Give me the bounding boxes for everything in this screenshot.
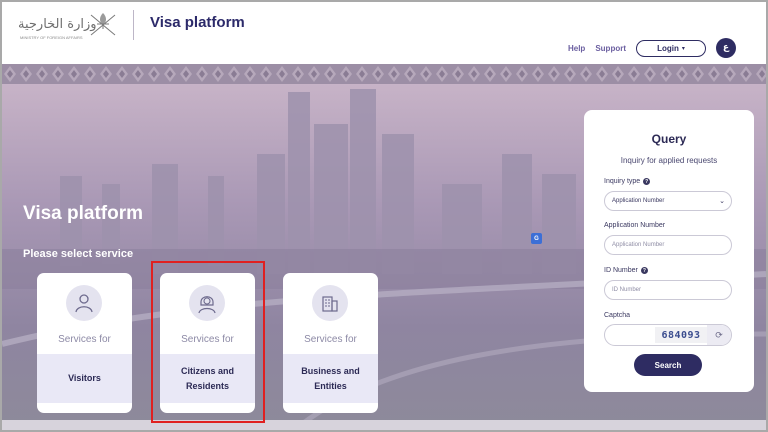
building-icon [312, 285, 348, 321]
query-subtitle: Inquiry for applied requests [620, 156, 718, 165]
service-card-visitors[interactable]: Services for Visitors [37, 273, 132, 413]
language-toggle-button[interactable]: ع [716, 38, 736, 58]
inquiry-type-label-text: Inquiry type [604, 178, 641, 185]
service-card-business-entities[interactable]: Services for Business and Entities [283, 273, 378, 413]
language-label: ع [722, 43, 730, 53]
app-title: Visa platform [150, 14, 245, 31]
logo-english-text: MINISTRY OF FOREIGN AFFAIRS [20, 35, 83, 40]
bottom-strip [2, 420, 766, 430]
captcha-input[interactable]: 684093 ⟳ [604, 324, 732, 346]
search-button[interactable]: Search [634, 354, 702, 376]
captcha-label: Captcha [604, 312, 630, 319]
help-icon[interactable]: ? [643, 178, 651, 185]
inquiry-type-select[interactable]: Application Number ⌄ [604, 191, 732, 211]
screen-frame: وزارة الخارجية MINISTRY OF FOREIGN AFFAI… [0, 0, 768, 432]
translate-icon[interactable]: G [531, 233, 542, 244]
selection-highlight [151, 261, 265, 423]
id-number-placeholder: ID Number [612, 287, 642, 293]
application-number-label-text: Application Number [604, 222, 666, 229]
service-card-label: Visitors [37, 354, 132, 403]
service-card-top-text: Services for [304, 334, 357, 345]
login-button[interactable]: Login ▾ [636, 39, 706, 57]
header-nav: Help Support Login ▾ ع [568, 38, 736, 58]
inquiry-type-value: Application Number [612, 198, 665, 204]
ministry-logo[interactable]: وزارة الخارجية MINISTRY OF FOREIGN AFFAI… [16, 8, 124, 44]
hero-subtitle: Please select service [23, 248, 134, 260]
application-number-placeholder: Application Number [612, 242, 665, 248]
top-header: وزارة الخارجية MINISTRY OF FOREIGN AFFAI… [2, 2, 766, 64]
decorative-band [2, 64, 766, 84]
caret-down-icon: ▾ [681, 45, 685, 52]
application-number-input[interactable]: Application Number [604, 235, 732, 255]
captcha-image: 684093 [655, 327, 707, 343]
visitor-icon [66, 285, 102, 321]
id-number-label: ID Number ? [604, 267, 648, 274]
inquiry-type-label: Inquiry type ? [604, 178, 651, 185]
captcha-label-text: Captcha [604, 312, 631, 319]
ministry-emblem-icon: وزارة الخارجية MINISTRY OF FOREIGN AFFAI… [18, 13, 116, 40]
service-card-label: Business and Entities [283, 354, 378, 403]
hero-title: Visa platform [23, 203, 144, 224]
help-link[interactable]: Help [568, 44, 585, 53]
query-panel: Query Inquiry for applied requests Inqui… [584, 110, 754, 392]
id-number-label-text: ID Number [604, 267, 638, 274]
help-icon[interactable]: ? [640, 267, 648, 274]
id-number-input[interactable]: ID Number [604, 280, 732, 300]
support-link[interactable]: Support [595, 44, 626, 53]
login-label: Login [657, 43, 679, 53]
logo-arabic-text: وزارة الخارجية [18, 17, 97, 32]
refresh-captcha-icon[interactable]: ⟳ [707, 325, 731, 345]
application-number-label: Application Number [604, 222, 665, 229]
query-title: Query [651, 132, 687, 146]
service-card-top-text: Services for [58, 334, 111, 345]
ornament-pattern-icon [2, 64, 766, 84]
header-divider [133, 10, 134, 40]
chevron-down-icon: ⌄ [719, 198, 725, 205]
